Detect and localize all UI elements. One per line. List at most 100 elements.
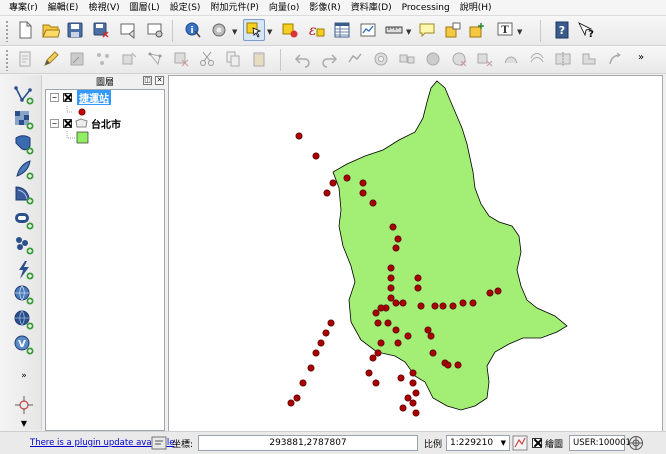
text-annotation-icon[interactable]: T — [494, 19, 516, 41]
scale-combobox[interactable]: 1:229210 ▼ — [446, 435, 510, 451]
mrt-station-point[interactable] — [377, 339, 385, 347]
mrt-station-point[interactable] — [459, 299, 467, 307]
save-icon[interactable] — [64, 19, 86, 41]
delete-ring-icon[interactable] — [448, 48, 470, 70]
layer-row-taipei[interactable]: − 台北市 — [46, 116, 121, 131]
mrt-station-point[interactable] — [295, 132, 303, 140]
mrt-station-point[interactable] — [307, 364, 315, 372]
mrt-station-point[interactable] — [359, 179, 367, 187]
mrt-station-point[interactable] — [299, 379, 307, 387]
mrt-station-point[interactable] — [327, 319, 335, 327]
toolbar-grip[interactable] — [5, 20, 9, 42]
simplify-icon[interactable] — [344, 48, 366, 70]
fill-ring-icon[interactable] — [422, 48, 444, 70]
identify-icon[interactable]: i — [182, 19, 204, 41]
composer-manager-icon[interactable] — [144, 19, 166, 41]
deselect-icon[interactable] — [279, 19, 301, 41]
chevron-down-icon[interactable]: ▼ — [501, 439, 506, 447]
mrt-station-point[interactable] — [312, 349, 320, 357]
menu-layer[interactable]: 圖層(L) — [125, 0, 165, 16]
toolbar-grip[interactable] — [5, 49, 9, 71]
add-wfs-layer-icon[interactable]: V — [11, 333, 37, 357]
mrt-station-point[interactable] — [369, 199, 377, 207]
more-tools-icon[interactable]: » — [11, 369, 37, 383]
mrt-station-point[interactable] — [392, 244, 400, 252]
new-file-icon[interactable] — [14, 19, 36, 41]
mrt-station-point[interactable] — [387, 274, 395, 282]
menu-processing[interactable]: Processing — [397, 0, 455, 16]
redo-icon[interactable] — [318, 48, 340, 70]
render-checkbox[interactable] — [532, 438, 542, 448]
mrt-station-point[interactable] — [454, 361, 462, 369]
mrt-station-point[interactable] — [387, 284, 395, 292]
merge-features-icon[interactable] — [578, 48, 600, 70]
mrt-station-point[interactable] — [431, 302, 439, 310]
mrt-station-point[interactable] — [399, 299, 407, 307]
mrt-station-point[interactable] — [387, 264, 395, 272]
mrt-station-point[interactable] — [387, 294, 395, 302]
expression-select-icon[interactable]: ε — [305, 19, 327, 41]
crs-globe-icon[interactable] — [628, 435, 644, 451]
mrt-station-point[interactable] — [359, 189, 367, 197]
mrt-station-point[interactable] — [392, 299, 400, 307]
mrt-station-point[interactable] — [494, 287, 502, 295]
copy-icon[interactable] — [222, 48, 244, 70]
layer-name[interactable]: 台北市 — [91, 116, 121, 131]
mrt-station-point[interactable] — [409, 399, 417, 407]
help-contents-icon[interactable]: ? — [551, 19, 573, 41]
add-postgis-layer-icon[interactable] — [11, 133, 37, 157]
taipei-city-polygon[interactable] — [332, 80, 568, 411]
collapse-icon[interactable]: − — [50, 93, 59, 102]
measure-dropdown-icon[interactable]: ▼ — [406, 28, 411, 36]
map-tips-icon[interactable] — [416, 19, 438, 41]
add-feature-icon[interactable] — [92, 48, 114, 70]
select-icon[interactable] — [243, 19, 265, 41]
mrt-station-point[interactable] — [329, 179, 337, 187]
layer-row-mrt-stations[interactable]: − 捷運站 — [46, 90, 111, 105]
mrt-station-point[interactable] — [372, 379, 380, 387]
mrt-station-point[interactable] — [449, 302, 457, 310]
add-oracle-layer-icon[interactable] — [11, 208, 37, 232]
mrt-station-point[interactable] — [444, 361, 452, 369]
node-tool-icon[interactable] — [144, 48, 166, 70]
float-panel-icon[interactable]: ◫ — [143, 76, 152, 85]
select-dropdown-icon[interactable]: ▼ — [267, 28, 272, 36]
toolbar-overflow-icon[interactable]: » — [638, 52, 644, 63]
current-edits-icon[interactable] — [14, 48, 36, 70]
open-folder-icon[interactable] — [40, 19, 62, 41]
rotate-point-symbols-icon[interactable] — [604, 48, 626, 70]
menu-help[interactable]: 說明(H) — [455, 0, 497, 16]
print-composer-icon[interactable] — [117, 19, 139, 41]
delete-part-icon[interactable] — [474, 48, 496, 70]
mrt-station-point[interactable] — [404, 332, 412, 340]
mrt-station-point[interactable] — [409, 369, 417, 377]
mrt-station-point[interactable] — [343, 174, 351, 182]
crs-status-button[interactable]: USER:100001 — [569, 435, 631, 451]
gps-tool-icon[interactable] — [11, 393, 37, 417]
mrt-station-point[interactable] — [374, 349, 382, 357]
stop-render-icon[interactable] — [512, 435, 528, 451]
menu-plugins[interactable]: 附加元件(P) — [205, 0, 263, 16]
menu-database[interactable]: 資料庫(D) — [346, 0, 397, 16]
annotation-dropdown-icon[interactable]: ▼ — [517, 28, 522, 36]
toggle-editing-icon[interactable] — [40, 48, 62, 70]
layer-name[interactable]: 捷運站 — [77, 90, 111, 105]
close-panel-icon[interactable]: ✕ — [155, 76, 164, 85]
measure-icon[interactable] — [383, 19, 405, 41]
mrt-station-point[interactable] — [399, 404, 407, 412]
mrt-station-point[interactable] — [429, 349, 437, 357]
map-canvas[interactable] — [168, 75, 663, 432]
mrt-station-point[interactable] — [486, 289, 494, 297]
statistics-icon[interactable] — [357, 19, 379, 41]
delete-selected-icon[interactable] — [170, 48, 192, 70]
mrt-station-point[interactable] — [369, 354, 377, 362]
mrt-station-point[interactable] — [377, 304, 385, 312]
mrt-station-point[interactable] — [412, 409, 420, 417]
mrt-station-point[interactable] — [469, 299, 477, 307]
map-svg[interactable] — [169, 76, 664, 433]
offset-curve-icon[interactable] — [526, 48, 548, 70]
add-ring-icon[interactable] — [370, 48, 392, 70]
save-edits-icon[interactable] — [66, 48, 88, 70]
add-delimited-text-layer-icon[interactable] — [11, 233, 37, 257]
mrt-station-point[interactable] — [427, 332, 435, 340]
